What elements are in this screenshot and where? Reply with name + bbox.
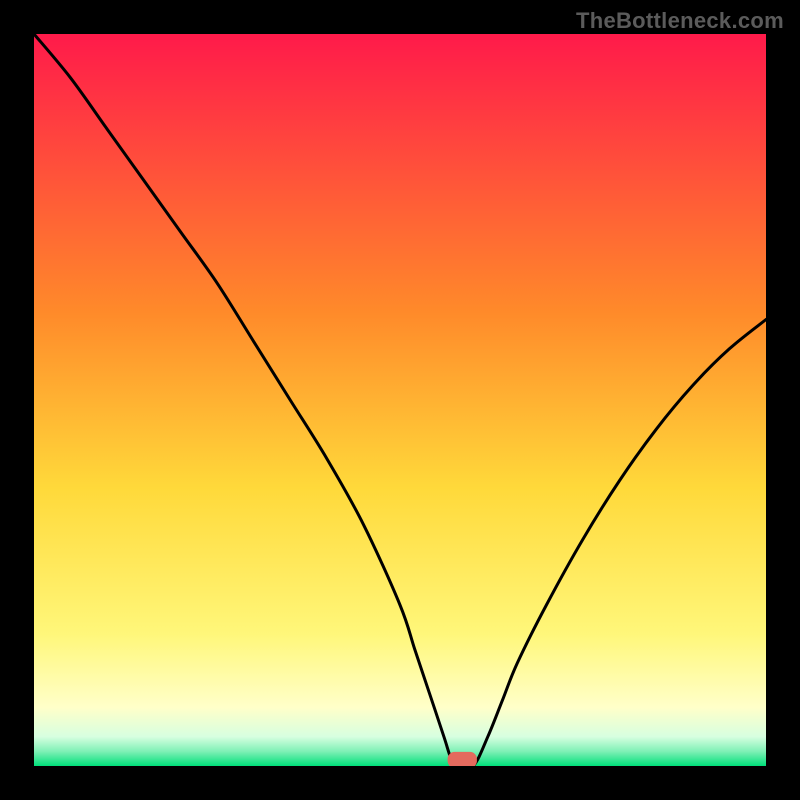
gradient-bg — [34, 34, 766, 766]
chart-frame: TheBottleneck.com — [0, 0, 800, 800]
plot-area — [34, 34, 766, 766]
optimal-marker — [448, 752, 477, 766]
chart-svg — [34, 34, 766, 766]
watermark-text: TheBottleneck.com — [576, 8, 784, 34]
